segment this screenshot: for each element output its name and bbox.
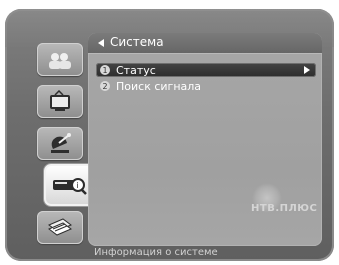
tv-menu-frame: i Система 1 Статус 2 Поиск сигнала НТВ.П… [5,9,334,261]
main-panel: Система 1 Статус 2 Поиск сигнала НТВ.ПЛЮ… [88,33,322,246]
chevron-right-icon [304,66,310,74]
sidebar-item-tv-guide[interactable] [37,85,83,118]
menu-item-label: Статус [116,63,156,77]
menu-item-number: 2 [100,81,110,91]
menu-item-signal-search[interactable]: 2 Поиск сигнала [96,79,316,93]
menu-item-status[interactable]: 1 Статус [96,63,316,77]
panel-title: Система [110,35,164,49]
system-info-icon: i [50,172,90,198]
screen: i Система 1 Статус 2 Поиск сигнала НТВ.П… [0,0,339,265]
sidebar-item-users[interactable] [37,43,83,76]
sidebar-item-settings[interactable] [37,211,83,244]
sidebar-item-satellite[interactable] [37,127,83,160]
settings-stack-icon [43,215,77,241]
back-arrow-icon[interactable] [98,39,104,47]
satellite-icon [43,131,77,157]
panel-header: Система [88,33,322,54]
sidebar: i [18,27,96,244]
users-icon [43,49,77,71]
menu-item-label: Поиск сигнала [116,79,202,93]
footer-hint: Информация о системе [94,247,218,258]
menu-item-number: 1 [100,65,110,75]
svg-text:i: i [76,181,78,190]
brand-logo-text: НТВ.ПЛЮС [251,203,318,214]
tv-guide-icon [43,89,77,114]
